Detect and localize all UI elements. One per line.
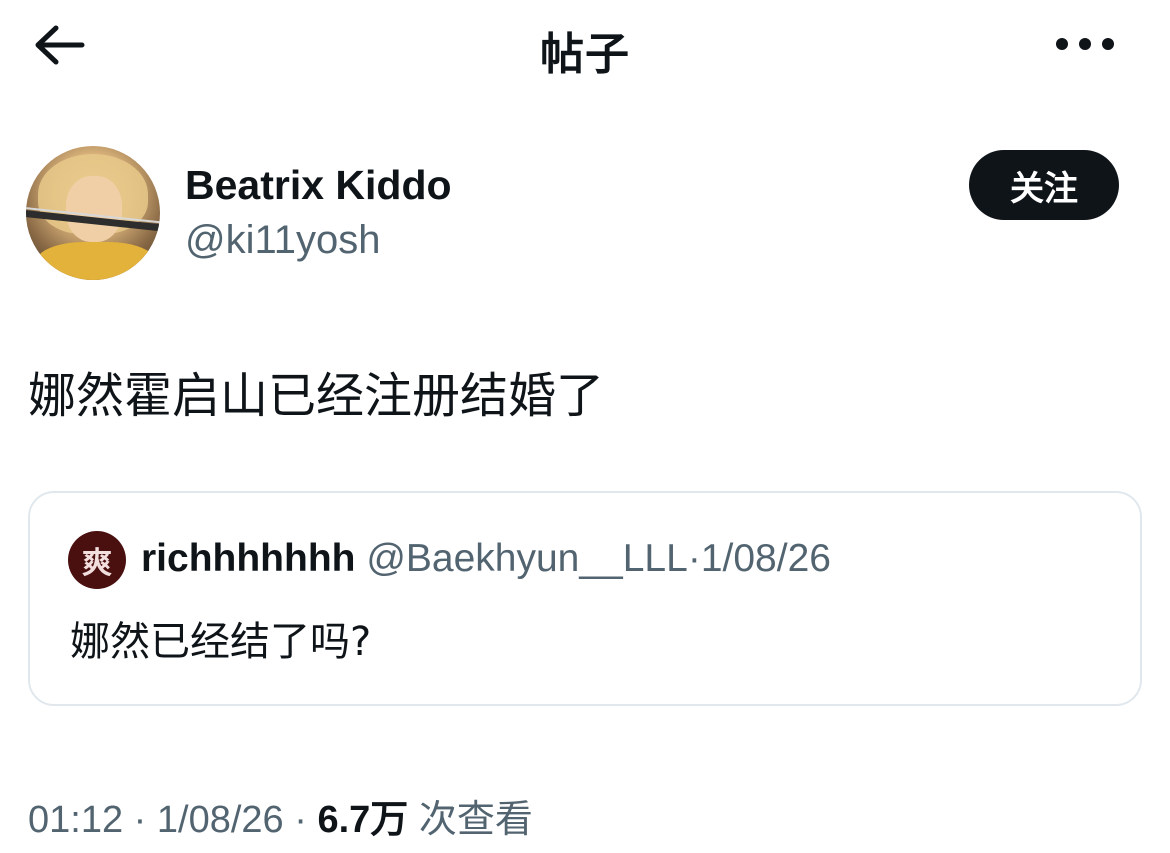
quoted-author-avatar: 爽 [68, 531, 126, 589]
views-label: 次查看 [418, 797, 533, 841]
top-bar: 帖子 [0, 0, 1170, 92]
follow-button[interactable]: 关注 [969, 150, 1119, 220]
quoted-author-name: richhhhhhh [141, 537, 356, 580]
separator-dot: · [133, 799, 147, 841]
quoted-author-handle: @Baekhyun__LLL [366, 537, 688, 580]
post-text: 娜然霍启山已经注册结婚了 [28, 368, 605, 424]
views-count: 6.7万 [317, 799, 409, 841]
quoted-post-header: richhhhhhh @Baekhyun__LLL·1/08/26 [141, 537, 831, 581]
author-name[interactable]: Beatrix Kiddo [185, 162, 452, 209]
post-date: 1/08/26 [156, 799, 284, 841]
quoted-post-card[interactable]: 爽 richhhhhhh @Baekhyun__LLL·1/08/26 娜然已经… [28, 491, 1142, 706]
quoted-post-date: 1/08/26 [700, 537, 831, 580]
more-button[interactable] [1054, 28, 1118, 60]
separator-dot: · [687, 537, 701, 580]
post-time: 01:12 [28, 799, 124, 841]
quoted-post-text: 娜然已经结了吗? [70, 619, 372, 665]
post-meta: 01:12 · 1/08/26 · 6.7万 次查看 [28, 788, 533, 843]
more-horizontal-icon [1056, 38, 1114, 50]
author-row: Beatrix Kiddo @ki11yosh 关注 [26, 146, 1146, 286]
page-title: 帖子 [540, 29, 630, 80]
author-avatar[interactable] [26, 146, 160, 280]
author-handle[interactable]: @ki11yosh [185, 218, 381, 263]
separator-dot: · [294, 799, 307, 841]
